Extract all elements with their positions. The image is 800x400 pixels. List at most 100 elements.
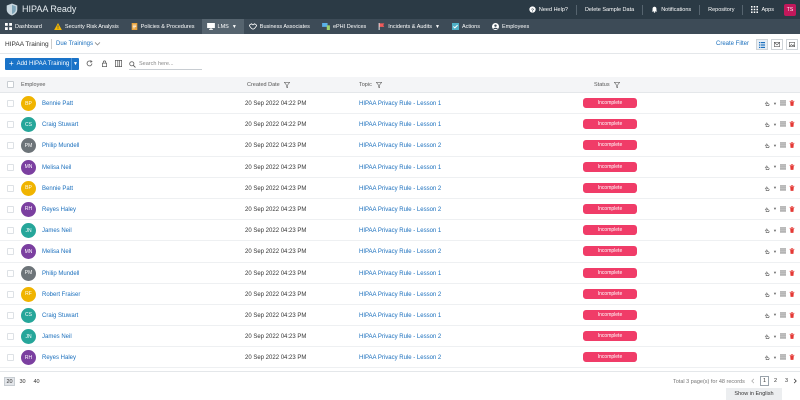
nav-business-associates[interactable]: Business Associates [244,19,317,34]
caret-down-icon[interactable]: ▼ [773,291,777,296]
page-size-30[interactable]: 30 [17,377,28,386]
repository-link[interactable]: Repository [708,7,734,13]
table-row[interactable]: JN James Neil 20 Sep 2022 04:23 PM HIPAA Pr… [0,326,800,348]
list-icon[interactable] [779,312,786,318]
caret-down-icon[interactable]: ▼ [773,206,777,211]
table-row[interactable]: PM Philip Mundell 20 Sep 2022 04:23 PM HIPA… [0,135,800,157]
nav-incidents-audits[interactable]: Incidents & Audits ▼ [373,19,447,34]
select-all-checkbox[interactable] [7,81,14,88]
column-topic[interactable]: Topic [359,82,382,88]
table-row[interactable]: PM Philip Mundell 20 Sep 2022 04:23 PM HIPA… [0,263,800,284]
hand-pointer-icon[interactable] [764,206,770,212]
add-hipaa-training-button[interactable]: + Add HIPAA Training ▼ [5,58,79,70]
nav-dashboard[interactable]: Dashboard [0,19,49,34]
table-row[interactable]: RH Reyes Haley 20 Sep 2022 04:23 PM HIPAA P… [0,199,800,221]
caret-down-icon[interactable]: ▼ [773,270,777,275]
trash-icon[interactable] [789,184,795,191]
trash-icon[interactable] [789,227,795,233]
nav-employees[interactable]: Employees [487,19,536,34]
row-checkbox[interactable] [7,333,14,341]
topic-link[interactable]: HIPAA Privacy Rule - Lesson 1 [359,228,441,234]
hand-pointer-icon[interactable] [764,164,770,170]
table-row[interactable]: CS Craig Stuwart 20 Sep 2022 04:23 PM HIPAA… [0,305,800,327]
list-icon[interactable] [779,227,786,233]
row-checkbox[interactable] [7,184,14,192]
caret-down-icon[interactable]: ▼ [773,101,777,106]
row-checkbox[interactable] [7,121,14,129]
table-row[interactable]: MN Melisa Neil 20 Sep 2022 04:23 PM HIPAA P… [0,241,800,263]
list-icon[interactable] [779,354,786,360]
filter-icon[interactable] [375,82,382,88]
employee-name-link[interactable]: Philip Mundell [42,143,79,149]
employee-name-link[interactable]: Craig Stuwart [42,313,78,319]
caret-down-icon[interactable]: ▼ [773,334,777,339]
topic-link[interactable]: HIPAA Privacy Rule - Lesson 1 [359,101,441,107]
hand-pointer-icon[interactable] [764,227,770,234]
nav-policies-procedures[interactable]: Policies & Procedures [126,19,202,34]
row-checkbox[interactable] [7,311,14,319]
page-3-button[interactable]: 3 [782,376,791,386]
row-checkbox[interactable] [7,290,14,298]
trash-icon[interactable] [789,312,795,318]
hand-pointer-icon[interactable] [764,333,770,340]
need-help-link[interactable]: ? Need Help? [529,6,568,13]
column-created-date[interactable]: Created Date [247,82,290,88]
employee-name-link[interactable]: Reyes Haley [42,355,76,361]
employee-name-link[interactable]: Robert Fraiser [42,292,80,298]
row-checkbox[interactable] [7,100,14,107]
nav-security-risk-analysis[interactable]: Security Risk Analysis [49,19,126,34]
list-icon[interactable] [779,291,786,297]
prev-page-button[interactable] [748,376,757,386]
trash-icon[interactable] [789,206,795,212]
table-row[interactable]: RF Robert Fraiser 20 Sep 2022 04:23 PM HIPA… [0,284,800,305]
filter-icon[interactable] [283,82,290,88]
page-1-button[interactable]: 1 [760,376,769,386]
topic-link[interactable]: HIPAA Privacy Rule - Lesson 1 [359,122,441,128]
topic-link[interactable]: HIPAA Privacy Rule - Lesson 2 [359,334,441,340]
topic-link[interactable]: HIPAA Privacy Rule - Lesson 2 [359,207,441,213]
nav-ephi-devices[interactable]: ePHI Devices [317,19,373,34]
hand-pointer-icon[interactable] [764,312,770,318]
table-row[interactable]: MN Melisa Neil 20 Sep 2022 04:23 PM HIPAA P… [0,157,800,178]
page-size-20[interactable]: 20 [4,377,15,386]
topic-link[interactable]: HIPAA Privacy Rule - Lesson 2 [359,355,441,361]
add-dropdown-caret[interactable]: ▼ [71,58,79,70]
next-page-button[interactable] [791,376,799,386]
topic-link[interactable]: HIPAA Privacy Rule - Lesson 2 [359,249,441,255]
row-checkbox[interactable] [7,205,14,213]
trash-icon[interactable] [789,354,795,361]
row-checkbox[interactable] [7,354,14,362]
apps-link[interactable]: Apps [751,6,774,13]
caret-down-icon[interactable]: ▼ [773,185,777,190]
row-checkbox[interactable] [7,142,14,150]
hand-pointer-icon[interactable] [764,185,770,191]
table-row[interactable]: CS Craig Stuwart 20 Sep 2022 04:22 PM HIPAA… [0,114,800,136]
list-icon[interactable] [779,270,786,276]
trash-icon[interactable] [789,333,795,339]
mail-view-button[interactable] [771,39,783,50]
row-checkbox[interactable] [7,248,14,256]
caret-down-icon[interactable]: ▼ [773,249,777,254]
column-employee[interactable]: Employee [21,82,45,88]
create-filter-link[interactable]: Create Filter [716,41,749,47]
employee-name-link[interactable]: Craig Stuwart [42,122,78,128]
nav-actions[interactable]: Actions [447,19,487,34]
list-icon[interactable] [779,248,786,254]
table-row[interactable]: JN James Neil 20 Sep 2022 04:23 PM HIPAA Pr… [0,220,800,242]
topic-link[interactable]: HIPAA Privacy Rule - Lesson 2 [359,186,441,192]
employee-name-link[interactable]: Bennie Patt [42,186,73,192]
list-view-button[interactable] [756,39,768,50]
topic-link[interactable]: HIPAA Privacy Rule - Lesson 2 [359,292,441,298]
gallery-view-button[interactable] [786,39,798,50]
topic-link[interactable]: HIPAA Privacy Rule - Lesson 2 [359,143,441,149]
hand-pointer-icon[interactable] [764,354,770,361]
row-checkbox[interactable] [7,269,14,277]
notifications-link[interactable]: Notifications [651,6,691,13]
trash-icon[interactable] [789,121,795,128]
trash-icon[interactable] [789,142,795,149]
list-icon[interactable] [779,142,786,148]
trash-icon[interactable] [789,163,795,170]
trash-icon[interactable] [789,269,795,276]
list-icon[interactable] [779,121,786,127]
columns-icon[interactable] [115,60,122,67]
